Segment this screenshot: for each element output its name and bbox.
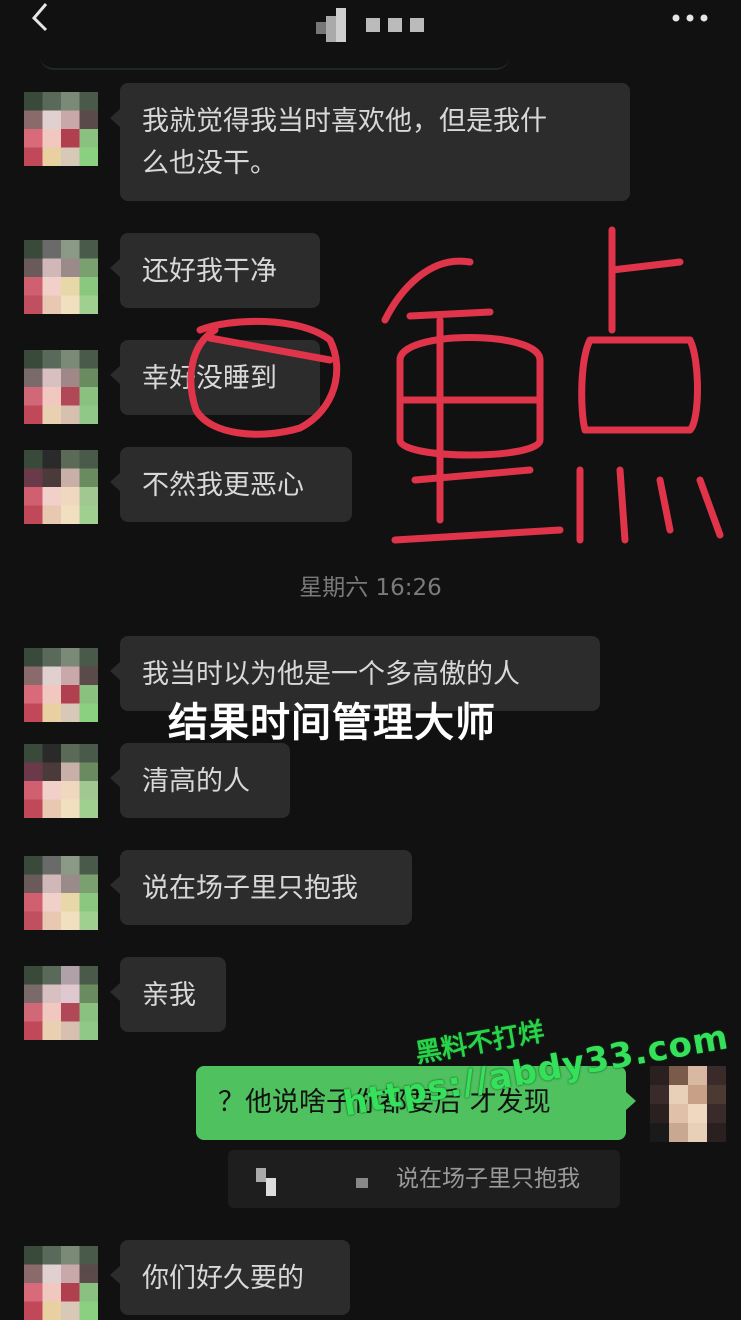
video-caption: 结果时间管理大师 [168,690,496,748]
message-text: 你们好久要的 [142,1258,328,1300]
chat-header [0,0,741,56]
message-text: 亲我 [142,975,204,1017]
message-bubble[interactable]: 亲我 [120,957,226,1032]
contact-avatar[interactable] [24,240,98,314]
message-bubble[interactable]: 不然我更恶心 [120,447,352,522]
contact-avatar[interactable] [24,966,98,1040]
my-avatar[interactable] [650,1066,726,1142]
message-bubble[interactable]: 我就觉得我当时喜欢他，但是我什 么也没干。 [120,83,630,201]
my-message-bubble[interactable]: ？他说啥子你都要后 才发现 [196,1066,626,1140]
contact-avatar[interactable] [24,450,98,524]
contact-avatar[interactable] [24,92,98,166]
contact-avatar[interactable] [24,856,98,930]
watermark-title: 黑料不打烊 [412,1011,546,1070]
quote-text: 说在场子里只抱我 [396,1150,580,1208]
message-text: 清高的人 [142,761,268,803]
ellipsis-icon[interactable] [672,14,708,22]
message-text: 还好我干净 [142,251,298,293]
message-text: 说在场子里只抱我 [142,868,390,910]
message-bubble[interactable]: 说在场子里只抱我 [120,850,412,925]
blurred-contact-name [316,4,436,44]
quoted-message[interactable]: 说在场子里只抱我 [228,1150,620,1208]
contact-avatar[interactable] [24,350,98,424]
my-message-text: ？他说啥子你都要后 才发现 [218,1087,551,1118]
message-bubble[interactable]: 你们好久要的 [120,1240,350,1315]
message-text: 幸好没睡到 [142,358,298,400]
message-text: 我就觉得我当时喜欢他，但是我什 么也没干。 [142,101,608,185]
blurred-quote-sender [256,1164,376,1196]
chevron-left-icon[interactable] [26,2,58,34]
message-timestamp: 星期六 16:26 [0,568,741,602]
message-bubble[interactable]: 还好我干净 [120,233,320,308]
contact-avatar[interactable] [24,744,98,818]
header-divider [40,56,510,70]
message-text: 不然我更恶心 [142,465,330,507]
contact-avatar[interactable] [24,648,98,722]
contact-avatar[interactable] [24,1246,98,1320]
message-bubble[interactable]: 清高的人 [120,743,290,818]
message-bubble[interactable]: 幸好没睡到 [120,340,320,415]
